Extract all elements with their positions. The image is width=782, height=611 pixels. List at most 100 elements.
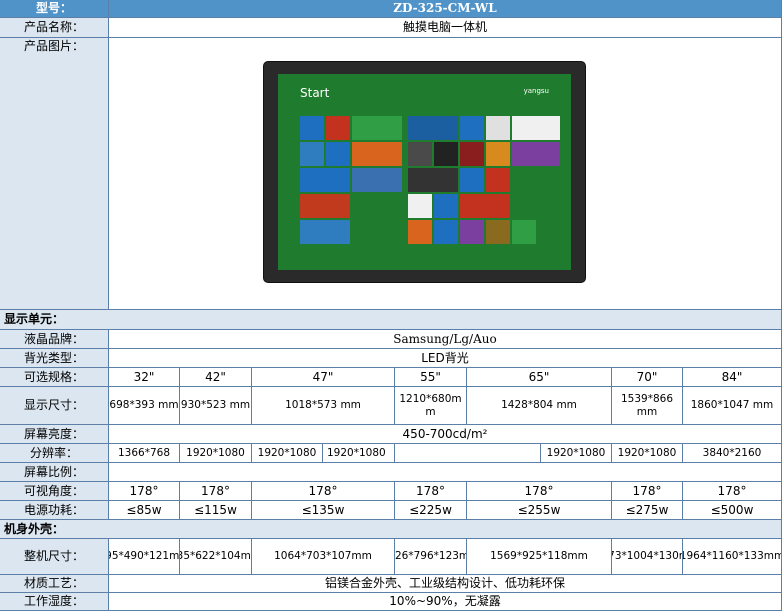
resolution-label: 分辨率： (0, 444, 109, 463)
resolution-value: 1920*1080 (612, 444, 683, 463)
unit-size-value: 795*490*121mm (109, 539, 180, 575)
product-name-value: 触摸电脑一体机 (109, 18, 782, 38)
unit-size-value: 1673*1004*130mm (612, 539, 683, 575)
display-size-label: 显示尺寸： (0, 387, 109, 425)
app-tile (434, 142, 458, 166)
size-option: 84" (683, 368, 782, 387)
view-angle-value: 178° (612, 482, 683, 501)
size-option: 42" (180, 368, 252, 387)
app-tile (300, 220, 350, 244)
size-option: 70" (612, 368, 683, 387)
app-tile (512, 220, 536, 244)
app-tile (408, 142, 432, 166)
display-size-value: 698*393 mm (109, 387, 180, 425)
resolution-value: 1920*1080 (180, 444, 252, 463)
spec-sheet: 型号： ZD-325-CM-WL 产品名称： 触摸电脑一体机 产品图片： Sta… (0, 0, 782, 611)
app-tile (352, 116, 402, 140)
app-tile (460, 220, 484, 244)
model-value: ZD-325-CM-WL (109, 0, 782, 18)
display-size-value: 1539*866 mm (612, 387, 683, 425)
aspect-ratio-label: 屏幕比例： (0, 463, 109, 482)
app-tile (300, 116, 324, 140)
power-value: ≤85w (109, 501, 180, 520)
view-angle-value: 178° (109, 482, 180, 501)
view-angle-label: 可视角度： (0, 482, 109, 501)
app-tile (512, 116, 560, 140)
display-size-value: 1210*680m m (395, 387, 467, 425)
app-tile (434, 194, 458, 218)
touch-monitor-image: Start yangsu (264, 62, 585, 282)
app-tile (512, 142, 560, 166)
model-label: 型号： (0, 0, 109, 18)
app-tile (460, 194, 510, 218)
resolution-value: 1366*768 (109, 444, 180, 463)
app-tile (486, 116, 510, 140)
view-angle-value: 178° (467, 482, 612, 501)
start-screen-user: yangsu (523, 87, 549, 95)
app-tile (408, 116, 458, 140)
resolution-value (395, 444, 541, 463)
size-option: 65" (467, 368, 612, 387)
start-screen-title: Start (300, 86, 330, 100)
app-tile (326, 142, 350, 166)
brightness-value: 450-700cd/m² (109, 425, 782, 444)
backlight-value: LED背光 (109, 349, 782, 368)
brightness-label: 屏幕亮度： (0, 425, 109, 444)
app-tile (460, 142, 484, 166)
view-angle-value: 178° (180, 482, 252, 501)
power-value: ≤115w (180, 501, 252, 520)
size-option: 32" (109, 368, 180, 387)
display-size-value: 1018*573 mm (252, 387, 395, 425)
app-tile (408, 194, 432, 218)
app-tile (300, 168, 350, 192)
resolution-value: 3840*2160 (683, 444, 782, 463)
power-value: ≤135w (252, 501, 395, 520)
humidity-value: 10%~90%，无凝露 (109, 593, 782, 611)
app-tile (434, 220, 458, 244)
power-label: 电源功耗： (0, 501, 109, 520)
panel-brand-value: Samsung/Lg/Auo (109, 330, 782, 349)
power-value: ≤225w (395, 501, 467, 520)
product-image-label: 产品图片： (0, 38, 109, 310)
humidity-label: 工作湿度： (0, 593, 109, 611)
unit-size-value: 1064*703*107mm (252, 539, 395, 575)
casing-section-title: 机身外壳： (0, 520, 782, 539)
sizes-label: 可选规格： (0, 368, 109, 387)
display-section-title: 显示单元： (0, 310, 782, 330)
display-size-value: 1860*1047 mm (683, 387, 782, 425)
unit-size-value: 1569*925*118mm (467, 539, 612, 575)
app-tile (486, 220, 510, 244)
resolution-value: 1920*1080 (541, 444, 612, 463)
unit-size-value: 1964*1160*133mm (683, 539, 782, 575)
power-value: ≤255w (467, 501, 612, 520)
app-tile (352, 142, 402, 166)
app-tile (408, 168, 458, 192)
app-tile (300, 142, 324, 166)
unit-size-label: 整机尺寸： (0, 539, 109, 575)
unit-size-value: 1326*796*123mm (395, 539, 467, 575)
app-tile (408, 220, 432, 244)
app-tile (486, 168, 510, 192)
app-tile (352, 168, 402, 192)
app-tile (460, 168, 484, 192)
material-label: 材质工艺： (0, 575, 109, 593)
view-angle-value: 178° (395, 482, 467, 501)
monitor-screen: Start yangsu (278, 74, 571, 270)
app-tile (326, 116, 350, 140)
product-name-label: 产品名称： (0, 18, 109, 38)
display-size-value: 930*523 mm (180, 387, 252, 425)
resolution-value: 1920*1080 (323, 444, 395, 463)
app-tile (460, 116, 484, 140)
aspect-ratio-value (109, 463, 782, 482)
backlight-label: 背光类型： (0, 349, 109, 368)
app-tile (486, 142, 510, 166)
view-angle-value: 178° (683, 482, 782, 501)
view-angle-value: 178° (252, 482, 395, 501)
resolution-value: 1920*1080 (252, 444, 323, 463)
app-tile (300, 194, 350, 218)
display-size-value: 1428*804 mm (467, 387, 612, 425)
power-value: ≤275w (612, 501, 683, 520)
power-value: ≤500w (683, 501, 782, 520)
material-value: 铝镁合金外壳、工业级结构设计、低功耗环保 (109, 575, 782, 593)
size-option: 47" (252, 368, 395, 387)
